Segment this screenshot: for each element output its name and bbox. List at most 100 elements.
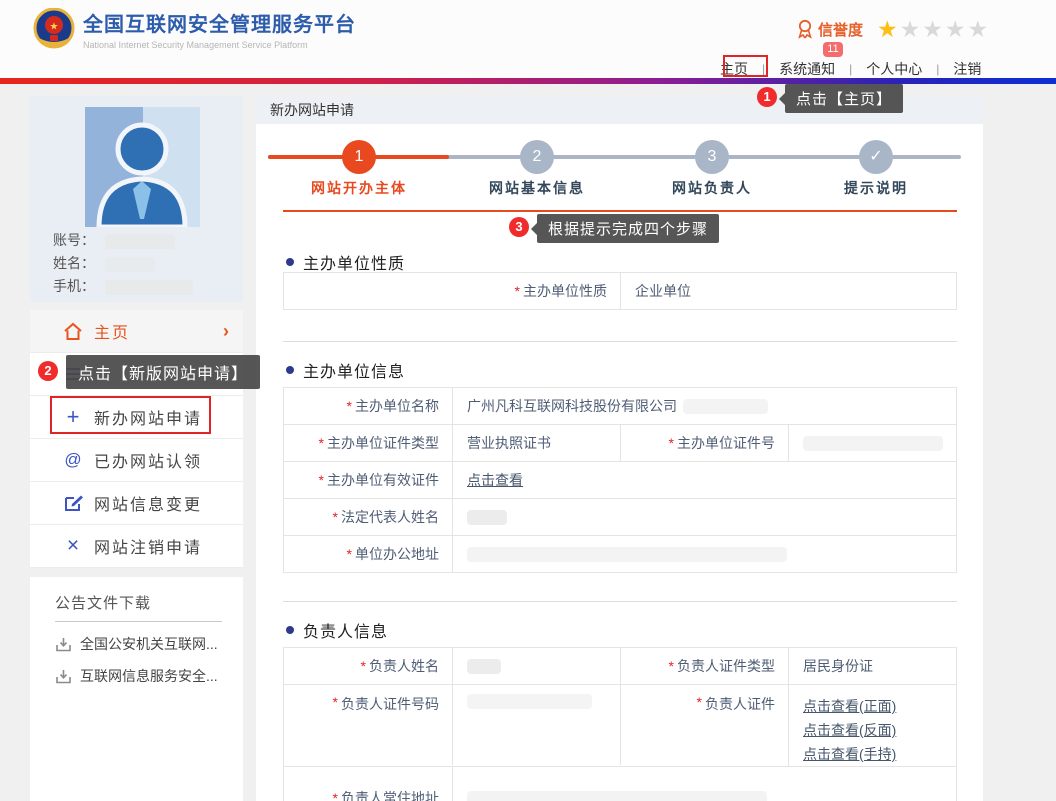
- name-label: 姓名：: [53, 255, 95, 271]
- annotation-box-new-application: [50, 396, 211, 434]
- home-icon: [62, 321, 84, 341]
- field-label: *主办单位名称: [284, 388, 452, 424]
- field-label: *负责人证件类型: [620, 648, 788, 684]
- star-filled-icon: ★: [877, 16, 900, 42]
- divider: [283, 341, 957, 342]
- step-label-1: 网站开办主体: [289, 178, 429, 198]
- annotation-number-2: 2: [38, 361, 58, 381]
- reputation-label: 信誉度: [818, 19, 863, 40]
- edit-icon: [62, 494, 84, 512]
- divider: [283, 601, 957, 602]
- download-item-label: 互联网信息服务安全...: [80, 666, 218, 686]
- section-title: 主办单位信息: [303, 358, 405, 382]
- field-value: [452, 685, 620, 765]
- bullet-icon: [286, 626, 294, 634]
- sidebar-item-label: 网站注销申请: [94, 534, 202, 558]
- platform-title: 全国互联网安全管理服务平台: [83, 8, 356, 37]
- view-id-back-link[interactable]: 点击查看(反面): [803, 718, 896, 742]
- redacted-value: [467, 510, 507, 525]
- app-header: ★ 全国互联网安全管理服务平台 National Internet Securi…: [0, 0, 1056, 78]
- bullet-icon: [286, 258, 294, 266]
- field-value: [788, 425, 956, 461]
- field-value: [452, 648, 620, 684]
- page: ★ 全国互联网安全管理服务平台 National Internet Securi…: [0, 0, 1056, 801]
- field-value: 点击查看: [452, 462, 956, 498]
- notification-count-badge: 11: [823, 42, 843, 57]
- logo: ★ 全国互联网安全管理服务平台 National Internet Securi…: [33, 8, 356, 50]
- field-label: * 主办单位性质: [284, 273, 620, 309]
- svg-text:★: ★: [50, 22, 59, 33]
- section-header-org: 主办单位信息: [286, 358, 405, 382]
- redacted-value: [467, 547, 787, 562]
- view-id-front-link[interactable]: 点击查看(正面): [803, 694, 896, 718]
- star-empty-icon: ★: [968, 16, 991, 42]
- field-value: 点击查看(正面) 点击查看(反面) 点击查看(手持): [788, 685, 956, 766]
- field-value: 营业执照证书: [452, 425, 620, 461]
- manager-table: *负责人姓名 *负责人证件类型 居民身份证 *负责人证件号码 *负责人证件 点击…: [283, 647, 957, 801]
- medal-icon: [796, 19, 814, 39]
- sidebar-item-website-info-change[interactable]: 网站信息变更: [30, 482, 243, 525]
- annotation-tooltip-2: 点击【新版网站申请】: [66, 355, 260, 389]
- redacted-value: [467, 791, 767, 801]
- download-icon: [55, 636, 72, 653]
- redacted-value: [683, 399, 768, 414]
- annotation-number-3: 3: [509, 217, 529, 237]
- police-emblem-icon: ★: [33, 8, 75, 50]
- step-circle-4-check: ✓: [859, 140, 893, 174]
- annotation-number-1: 1: [757, 87, 777, 107]
- field-label: *主办单位证件号: [620, 425, 788, 461]
- annotation-tooltip-1: 点击【主页】: [785, 84, 903, 113]
- field-label: *负责人证件号码: [284, 685, 452, 765]
- field-label: *单位办公地址: [284, 536, 452, 572]
- sidebar-item-website-cancel-application[interactable]: × 网站注销申请: [30, 525, 243, 568]
- section-title: 负责人信息: [303, 618, 388, 642]
- redacted-name-value: [105, 257, 155, 272]
- account-label: 账号：: [53, 232, 95, 248]
- reputation: 信誉度 ★★★★★: [796, 16, 990, 42]
- view-cert-link[interactable]: 点击查看: [467, 470, 523, 490]
- view-id-handheld-link[interactable]: 点击查看(手持): [803, 742, 896, 766]
- steps-divider-line: [283, 210, 957, 212]
- star-empty-icon: ★: [922, 16, 945, 42]
- sidebar-item-home[interactable]: 主页 ›: [30, 310, 243, 353]
- field-value: [452, 536, 956, 572]
- bullet-icon: [286, 366, 294, 374]
- field-label: *主办单位证件类型: [284, 425, 452, 461]
- downloads-title: 公告文件下载: [55, 592, 151, 613]
- download-item[interactable]: 全国公安机关互联网...: [55, 634, 235, 654]
- platform-subtitle: National Internet Security Management Se…: [83, 40, 356, 50]
- section-header-manager: 负责人信息: [286, 618, 388, 642]
- at-icon: @: [62, 449, 84, 471]
- step-label-3: 网站负责人: [642, 178, 782, 198]
- redacted-account-value: [105, 234, 175, 249]
- field-label: *负责人姓名: [284, 648, 452, 684]
- star-empty-icon: ★: [900, 16, 923, 42]
- field-value: [452, 767, 956, 801]
- redacted-value: [467, 659, 501, 674]
- close-icon: ×: [62, 535, 84, 557]
- org-table: *主办单位名称 广州凡科互联网科技股份有限公司 *主办单位证件类型 营业执照证书…: [283, 387, 957, 573]
- annotation-box-home-nav: [723, 55, 768, 77]
- field-label: *负责人证件: [620, 685, 788, 765]
- sidebar-menu: 主页 › + 新办网站申请 @ 已办网站认领 网站信息变更 × 网站注销申请: [30, 310, 243, 568]
- download-item[interactable]: 互联网信息服务安全...: [55, 666, 235, 686]
- download-icon: [55, 668, 72, 685]
- redacted-value: [467, 694, 592, 709]
- field-value: 居民身份证: [788, 648, 956, 684]
- sidebar-item-label: 主页: [94, 319, 130, 343]
- annotation-tooltip-3: 根据提示完成四个步骤: [537, 214, 719, 243]
- field-value: [452, 499, 956, 535]
- field-label: *负责人常住地址: [284, 767, 452, 801]
- nav-separator: |: [936, 62, 939, 76]
- nav-separator: |: [849, 62, 852, 76]
- field-value: 广州凡科互联网科技股份有限公司: [452, 388, 956, 424]
- profile-panel: 账号： 姓名： 手机：: [30, 96, 243, 302]
- field-value: 企业单位: [620, 273, 956, 309]
- sidebar-item-claim-website[interactable]: @ 已办网站认领: [30, 439, 243, 482]
- reputation-stars: ★★★★★: [877, 16, 990, 42]
- downloads-panel: 公告文件下载 全国公安机关互联网... 互联网信息服务安全...: [30, 577, 243, 801]
- step-circle-3: 3: [695, 140, 729, 174]
- nature-table: * 主办单位性质 企业单位: [283, 272, 957, 310]
- section-header-nature: 主办单位性质: [286, 250, 405, 274]
- phone-label: 手机：: [53, 278, 95, 294]
